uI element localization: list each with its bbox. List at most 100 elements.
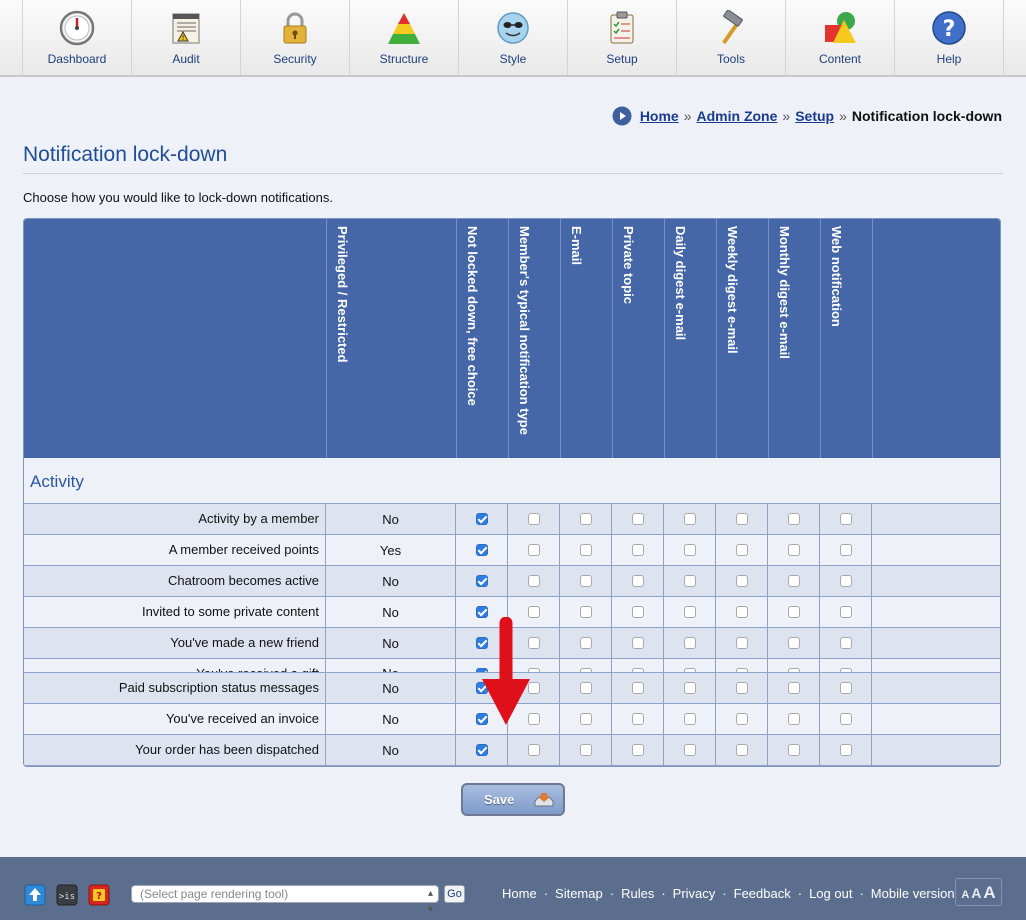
checkbox[interactable] xyxy=(736,544,748,556)
footer-link[interactable]: Rules xyxy=(621,886,654,901)
checkbox[interactable] xyxy=(840,682,852,694)
text-size-small[interactable]: A xyxy=(961,889,969,901)
table-row: Activity by a member No xyxy=(24,504,1000,535)
checkbox[interactable] xyxy=(736,713,748,725)
footer-link[interactable]: Home xyxy=(502,886,537,901)
text-size-control[interactable]: A A A xyxy=(955,878,1002,906)
rendering-tool-select[interactable]: (Select page rendering tool) ▴ ▾ xyxy=(131,885,439,915)
checkbox-cell xyxy=(820,597,872,627)
save-button[interactable]: Save xyxy=(461,783,565,816)
checkbox-cell xyxy=(560,535,612,565)
checkbox[interactable] xyxy=(840,575,852,587)
checkbox[interactable] xyxy=(736,513,748,525)
checkbox-cell xyxy=(560,673,612,703)
column-header: Privileged / Restricted xyxy=(326,219,456,458)
checkbox-checked[interactable] xyxy=(476,744,488,756)
checkbox[interactable] xyxy=(632,637,644,649)
footer-link[interactable]: Mobile version xyxy=(871,886,955,901)
save-tray-icon xyxy=(534,793,554,807)
checkbox[interactable] xyxy=(840,606,852,618)
checkbox[interactable] xyxy=(684,682,696,694)
checkbox-checked[interactable] xyxy=(476,544,488,556)
text-size-large[interactable]: A xyxy=(983,883,995,903)
checkbox[interactable] xyxy=(684,513,696,525)
checkbox[interactable] xyxy=(528,575,540,587)
nav-item-dashboard[interactable]: Dashboard xyxy=(23,0,132,75)
xml-terminal-icon[interactable]: >is xyxy=(56,884,78,906)
checkbox[interactable] xyxy=(580,713,592,725)
checkbox[interactable] xyxy=(632,513,644,525)
nav-item-tools[interactable]: Tools xyxy=(677,0,786,75)
help-bug-icon[interactable]: ? xyxy=(88,884,110,906)
select-chevron-icon: ▴ ▾ xyxy=(427,888,433,915)
checkbox[interactable] xyxy=(580,682,592,694)
checkbox[interactable] xyxy=(788,513,800,525)
text-size-medium[interactable]: A xyxy=(971,885,981,901)
checkbox[interactable] xyxy=(580,606,592,618)
checkbox[interactable] xyxy=(528,544,540,556)
checkbox-cell xyxy=(820,659,872,672)
checkbox[interactable] xyxy=(736,637,748,649)
checkbox[interactable] xyxy=(632,575,644,587)
privileged-value: No xyxy=(326,597,456,627)
checkbox[interactable] xyxy=(736,606,748,618)
checkbox[interactable] xyxy=(632,606,644,618)
checkbox[interactable] xyxy=(684,575,696,587)
breadcrumb-setup-link[interactable]: Setup xyxy=(795,108,834,124)
checkbox[interactable] xyxy=(528,513,540,525)
checkbox[interactable] xyxy=(788,606,800,618)
checkbox[interactable] xyxy=(840,513,852,525)
checkbox[interactable] xyxy=(840,744,852,756)
checkbox[interactable] xyxy=(736,744,748,756)
checkbox[interactable] xyxy=(840,544,852,556)
checkbox-checked[interactable] xyxy=(476,575,488,587)
breadcrumb-home-link[interactable]: Home xyxy=(640,108,679,124)
checkbox[interactable] xyxy=(528,744,540,756)
nav-item-content[interactable]: Content xyxy=(786,0,895,75)
upload-arrow-icon[interactable] xyxy=(24,884,46,906)
checkbox[interactable] xyxy=(788,744,800,756)
footer-link[interactable]: Log out xyxy=(809,886,852,901)
nav-item-structure[interactable]: Structure xyxy=(350,0,459,75)
checkbox[interactable] xyxy=(580,513,592,525)
checkbox[interactable] xyxy=(684,713,696,725)
checkbox[interactable] xyxy=(788,682,800,694)
checkbox[interactable] xyxy=(840,713,852,725)
checkbox[interactable] xyxy=(788,544,800,556)
nav-item-audit[interactable]: ! Audit xyxy=(132,0,241,75)
go-button[interactable]: Go xyxy=(444,885,465,903)
checkbox-cell xyxy=(664,673,716,703)
checkbox[interactable] xyxy=(684,744,696,756)
svg-text:>is: >is xyxy=(59,892,75,902)
checkbox-cell xyxy=(768,535,820,565)
nav-item-security[interactable]: Security xyxy=(241,0,350,75)
checkbox[interactable] xyxy=(632,744,644,756)
checkbox[interactable] xyxy=(788,575,800,587)
checkbox[interactable] xyxy=(580,744,592,756)
checkbox[interactable] xyxy=(580,637,592,649)
footer-link[interactable]: Feedback xyxy=(734,886,791,901)
privileged-value: No xyxy=(326,504,456,534)
table-row: A member received points Yes xyxy=(24,535,1000,566)
footer-link[interactable]: Privacy xyxy=(673,886,716,901)
checkbox-checked[interactable] xyxy=(476,513,488,525)
checkbox[interactable] xyxy=(632,544,644,556)
breadcrumb-admin-zone-link[interactable]: Admin Zone xyxy=(697,108,778,124)
checkbox[interactable] xyxy=(684,637,696,649)
checkbox[interactable] xyxy=(788,637,800,649)
checkbox[interactable] xyxy=(632,682,644,694)
nav-item-style[interactable]: Style xyxy=(459,0,568,75)
checkbox[interactable] xyxy=(840,637,852,649)
nav-item-setup[interactable]: Setup xyxy=(568,0,677,75)
checkbox-cell xyxy=(716,735,768,765)
checkbox[interactable] xyxy=(684,606,696,618)
checkbox[interactable] xyxy=(580,544,592,556)
checkbox[interactable] xyxy=(736,575,748,587)
checkbox[interactable] xyxy=(736,682,748,694)
checkbox[interactable] xyxy=(580,575,592,587)
checkbox[interactable] xyxy=(684,544,696,556)
footer-link[interactable]: Sitemap xyxy=(555,886,603,901)
nav-item-help[interactable]: ? Help xyxy=(895,0,1004,75)
checkbox[interactable] xyxy=(632,713,644,725)
checkbox[interactable] xyxy=(788,713,800,725)
